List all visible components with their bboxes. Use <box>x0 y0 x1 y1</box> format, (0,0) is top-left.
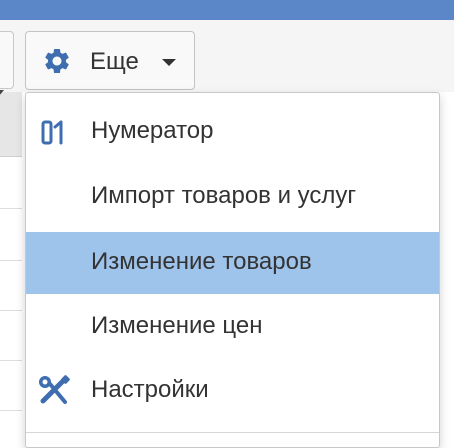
menu-item-change-goods[interactable]: Изменение товаров <box>26 232 439 294</box>
menu-item-label: Нумератор <box>91 117 214 144</box>
grid-row-divider <box>0 410 22 411</box>
numerator-icon <box>41 120 63 145</box>
grid-row-divider <box>0 310 22 311</box>
menu-item-numerator[interactable]: Нумератор <box>26 101 439 163</box>
more-button-label: Еще <box>90 48 139 75</box>
more-dropdown-menu: Нумератор Импорт товаров и услуг Изменен… <box>25 92 440 448</box>
menu-item-change-prices[interactable]: Изменение цен <box>26 296 439 358</box>
menu-item-settings[interactable]: Настройки <box>26 360 439 422</box>
wrench-screwdriver-icon <box>39 375 70 404</box>
menu-item-label: Импорт товаров и услуг <box>91 182 357 209</box>
menu-item-label: Изменение цен <box>91 312 263 339</box>
menu-item-label: Изменение товаров <box>91 248 312 275</box>
menu-item-label: Настройки <box>91 376 209 403</box>
grid-row-divider <box>0 260 22 261</box>
app-header-bar <box>0 0 454 20</box>
previous-dropdown-button[interactable] <box>0 31 14 96</box>
more-button[interactable]: Еще <box>25 31 195 90</box>
grid-header-fragment <box>0 92 22 157</box>
chevron-down-icon <box>162 59 176 66</box>
grid-row-divider <box>0 208 22 209</box>
menu-item-import-goods-services[interactable]: Импорт товаров и услуг <box>26 166 439 228</box>
grid-row-divider <box>0 360 22 361</box>
chevron-down-icon <box>0 90 4 96</box>
gear-icon <box>45 48 69 73</box>
menu-divider <box>26 432 439 433</box>
